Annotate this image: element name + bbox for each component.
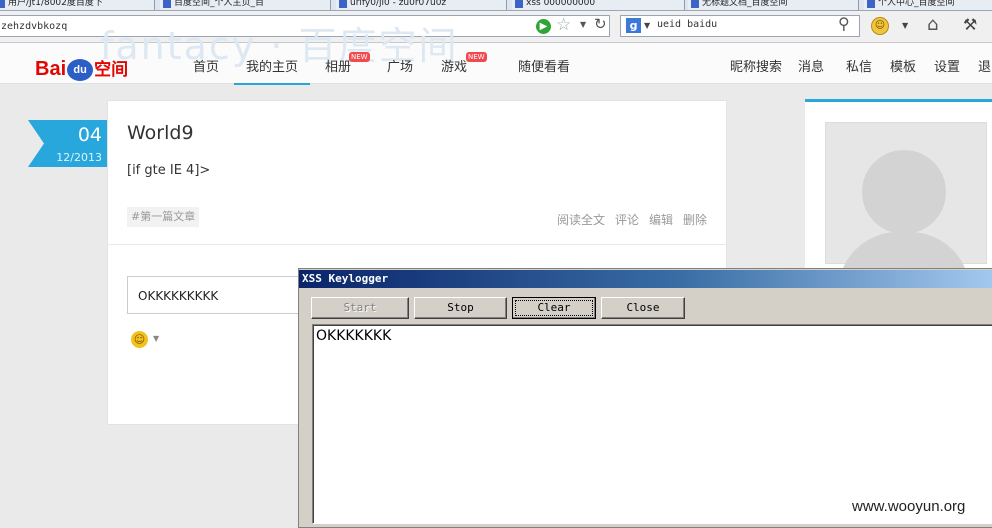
keylogger-title-bar[interactable]: XSS Keylogger: [299, 270, 992, 288]
post-day: 04: [77, 124, 102, 146]
post-body: [if gte IE 4]>: [127, 163, 211, 178]
post-tag[interactable]: #第一篇文章: [127, 207, 200, 227]
nav-templates[interactable]: 模板: [890, 56, 916, 75]
reload-icon[interactable]: ↻: [594, 15, 607, 33]
browser-tab[interactable]: xss 000000000: [512, 0, 685, 10]
nav-my-home[interactable]: 我的主页: [234, 56, 310, 85]
page-icon: [691, 0, 699, 8]
go-arrow-icon[interactable]: ▶: [536, 19, 551, 34]
nav-plaza[interactable]: 广场: [387, 56, 413, 75]
search-input[interactable]: ueid baidu: [657, 19, 717, 30]
nav-private-messages[interactable]: 私信: [846, 56, 872, 75]
nav-album[interactable]: 相册: [325, 56, 351, 75]
comment-link[interactable]: 评论: [615, 211, 639, 228]
addon-dropdown-icon[interactable]: ▼: [902, 21, 908, 30]
browser-tab[interactable]: 用户/Jt1/8002度百度下: [0, 0, 155, 10]
nav-games[interactable]: 游戏: [441, 56, 467, 75]
page-icon: [163, 0, 171, 8]
search-engine-icon[interactable]: g: [626, 18, 641, 33]
search-icon[interactable]: ⚲: [838, 14, 850, 33]
nav-home[interactable]: 首页: [193, 56, 219, 75]
history-dropdown-icon[interactable]: ▼: [580, 20, 586, 29]
read-all-link[interactable]: 阅读全文: [557, 211, 605, 228]
nav-messages[interactable]: 消息: [798, 56, 824, 75]
browser-tab-strip: 用户/Jt1/8002度百度下 百度空间_个人主页_百 urlfy0/jl0 -…: [0, 0, 992, 11]
nav-browse[interactable]: 随便看看: [518, 56, 570, 75]
tools-icon[interactable]: ⚒: [963, 15, 977, 34]
delete-link[interactable]: 删除: [683, 211, 707, 228]
close-button[interactable]: Close: [601, 297, 685, 319]
page-icon: [0, 0, 5, 8]
page-icon: [867, 0, 875, 8]
page-icon: [515, 0, 523, 8]
post-title[interactable]: World9: [127, 122, 194, 144]
browser-tab[interactable]: 个人中心_百度空间: [864, 0, 992, 10]
bookmark-star-icon[interactable]: ☆: [556, 15, 571, 35]
emoji-icon[interactable]: ☺: [131, 331, 148, 348]
nav-nick-search[interactable]: 昵称搜索: [730, 56, 782, 75]
avatar-head-shape: [862, 150, 946, 234]
addon-smiley-icon[interactable]: ☺: [871, 17, 889, 35]
search-engine-dropdown-icon[interactable]: ▼: [644, 21, 650, 30]
browser-tab[interactable]: 百度空间_个人主页_百: [160, 0, 331, 10]
start-button[interactable]: Start: [311, 297, 409, 319]
comment-input[interactable]: OKKKKKKKKK: [127, 276, 327, 314]
paw-icon: du: [67, 58, 94, 81]
home-icon[interactable]: ⌂: [927, 14, 938, 35]
edit-link[interactable]: 编辑: [649, 211, 673, 228]
post-month-year: 12/2013: [56, 151, 102, 164]
baidu-space-logo[interactable]: Bai du 空间: [35, 55, 128, 81]
page-icon: [339, 0, 347, 8]
new-badge: NEW: [349, 52, 370, 62]
emoji-dropdown-icon[interactable]: ▼: [153, 334, 159, 343]
clear-button[interactable]: Clear: [512, 297, 596, 319]
nav-logout[interactable]: 退: [978, 56, 991, 75]
browser-tab[interactable]: 无标题文档_百度空间: [688, 0, 859, 10]
nav-settings[interactable]: 设置: [934, 56, 960, 75]
divider: [107, 244, 727, 245]
captured-keys-textarea[interactable]: OKKKKKKK: [312, 324, 992, 524]
browser-tab[interactable]: urlfy0/jl0 - zu0r07u0z: [336, 0, 507, 10]
stop-button[interactable]: Stop: [414, 297, 507, 319]
watermark: www.wooyun.org: [852, 498, 966, 515]
browser-search-box[interactable]: [620, 15, 860, 37]
new-badge: NEW: [466, 52, 487, 62]
